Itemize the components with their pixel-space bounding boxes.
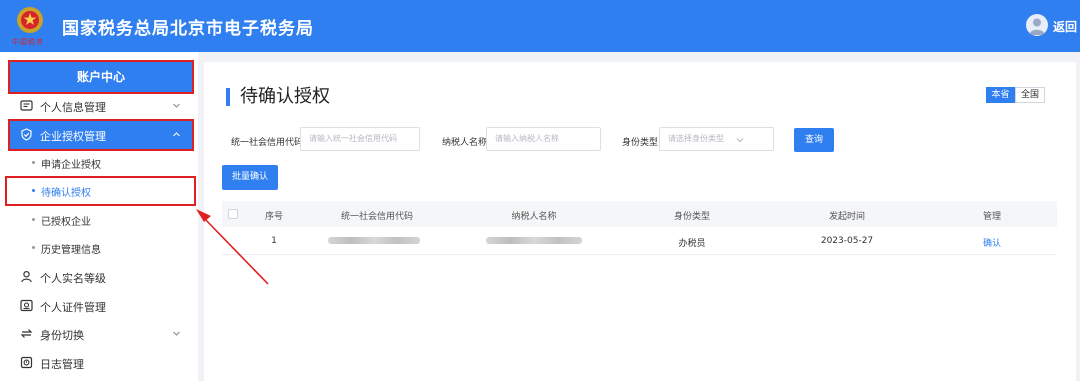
shield-check-icon bbox=[21, 128, 32, 141]
scope-toggle-province[interactable]: 本省 bbox=[986, 87, 1015, 103]
chevron-down-icon bbox=[173, 331, 180, 336]
sidebar: 账户中心 个人信息管理 企业授权管理 申请企业授权 待确认授权 已授权企业 历史… bbox=[0, 52, 198, 381]
page-title: 待确认授权 bbox=[226, 88, 330, 106]
sidebar-subitem-apply-auth[interactable]: 申请企业授权 bbox=[0, 150, 198, 176]
identity-type-label: 身份类型 bbox=[622, 138, 659, 148]
sidebar-subitem-authorized-enterprises[interactable]: 已授权企业 bbox=[0, 207, 198, 233]
certificate-icon bbox=[20, 299, 33, 312]
scope-toggle-national[interactable]: 全国 bbox=[1015, 87, 1045, 103]
column-header: 序号 bbox=[264, 212, 284, 222]
bullet-dot-icon bbox=[32, 218, 35, 221]
bullet-dot-icon bbox=[32, 246, 35, 249]
sidebar-item-identity-switch[interactable]: 身份切换 bbox=[0, 320, 198, 348]
chevron-up-icon bbox=[173, 132, 180, 137]
top-bar: 中国税务 国家税务总局北京市电子税务局 返回 bbox=[0, 0, 1080, 52]
emblem-caption: 中国税务 bbox=[12, 38, 44, 46]
row-index: 1 bbox=[271, 236, 277, 246]
id-card-icon bbox=[20, 100, 33, 111]
tax-emblem-icon bbox=[17, 7, 43, 33]
row-date: 2023-05-27 bbox=[820, 236, 874, 246]
identity-type-select[interactable]: 请选择身份类型 bbox=[659, 127, 774, 151]
table-row: 1 办税员 2023-05-27 确认 bbox=[222, 227, 1057, 255]
chevron-down-icon bbox=[736, 138, 744, 143]
bullet-dot-icon bbox=[32, 189, 35, 192]
sidebar-item-label: 企业授权管理 bbox=[40, 130, 106, 143]
sidebar-subitem-label: 待确认授权 bbox=[41, 188, 91, 199]
chevron-down-icon bbox=[173, 103, 180, 108]
sidebar-subitem-label: 申请企业授权 bbox=[41, 160, 101, 171]
credit-code-input[interactable]: 请输入统一社会信用代码 bbox=[300, 127, 420, 151]
sidebar-item-realname-level[interactable]: 个人实名等级 bbox=[0, 263, 198, 291]
sidebar-item-log-management[interactable]: 日志管理 bbox=[0, 349, 198, 377]
main-panel: 待确认授权 本省 全国 统一社会信用代码 请输入统一社会信用代码 纳税人名称 请… bbox=[204, 62, 1076, 381]
bullet-dot-icon bbox=[32, 161, 35, 164]
select-all-checkbox[interactable] bbox=[228, 209, 238, 219]
column-header: 发起时间 bbox=[828, 212, 866, 222]
credit-code-label: 统一社会信用代码 bbox=[231, 138, 304, 148]
sidebar-item-label: 日志管理 bbox=[40, 358, 84, 371]
sidebar-item-enterprise-auth[interactable]: 企业授权管理 bbox=[8, 119, 194, 151]
sidebar-subitem-pending-auth[interactable]: 待确认授权 bbox=[5, 176, 196, 206]
sidebar-item-label: 个人证件管理 bbox=[40, 301, 106, 314]
confirm-link[interactable]: 确认 bbox=[983, 236, 1001, 249]
user-avatar-icon bbox=[1029, 18, 1045, 35]
query-button[interactable]: 查询 bbox=[794, 128, 834, 152]
sidebar-subitem-label: 已授权企业 bbox=[41, 217, 91, 228]
sidebar-item-certificates[interactable]: 个人证件管理 bbox=[0, 292, 198, 320]
column-header: 管理 bbox=[982, 212, 1002, 222]
column-header: 身份类型 bbox=[673, 212, 711, 222]
sidebar-subitem-history[interactable]: 历史管理信息 bbox=[0, 235, 198, 261]
column-header: 纳税人名称 bbox=[511, 212, 557, 222]
switch-icon bbox=[20, 329, 33, 338]
back-button[interactable]: 返回 bbox=[1053, 18, 1077, 35]
sidebar-item-label: 个人实名等级 bbox=[40, 272, 106, 285]
log-icon bbox=[20, 356, 33, 369]
column-header: 统一社会信用代码 bbox=[340, 212, 414, 222]
account-center-button[interactable]: 账户中心 bbox=[8, 60, 194, 94]
table-header: 序号 统一社会信用代码 纳税人名称 身份类型 发起时间 管理 bbox=[222, 201, 1057, 227]
user-icon bbox=[21, 270, 32, 283]
sidebar-item-label: 身份切换 bbox=[40, 329, 84, 342]
sidebar-item-label: 个人信息管理 bbox=[40, 101, 106, 114]
redacted-credit-code bbox=[328, 237, 420, 244]
redacted-taxpayer-name bbox=[486, 237, 582, 244]
batch-confirm-button[interactable]: 批量确认 bbox=[222, 165, 278, 190]
site-title: 国家税务总局北京市电子税务局 bbox=[62, 19, 314, 39]
taxpayer-name-input[interactable]: 请输入纳税人名称 bbox=[486, 127, 601, 151]
sidebar-subitem-label: 历史管理信息 bbox=[41, 245, 101, 256]
sidebar-item-personal-info[interactable]: 个人信息管理 bbox=[0, 92, 198, 120]
taxpayer-name-label: 纳税人名称 bbox=[442, 138, 488, 148]
row-identity-type: 办税员 bbox=[678, 239, 706, 249]
user-avatar[interactable] bbox=[1026, 14, 1048, 36]
